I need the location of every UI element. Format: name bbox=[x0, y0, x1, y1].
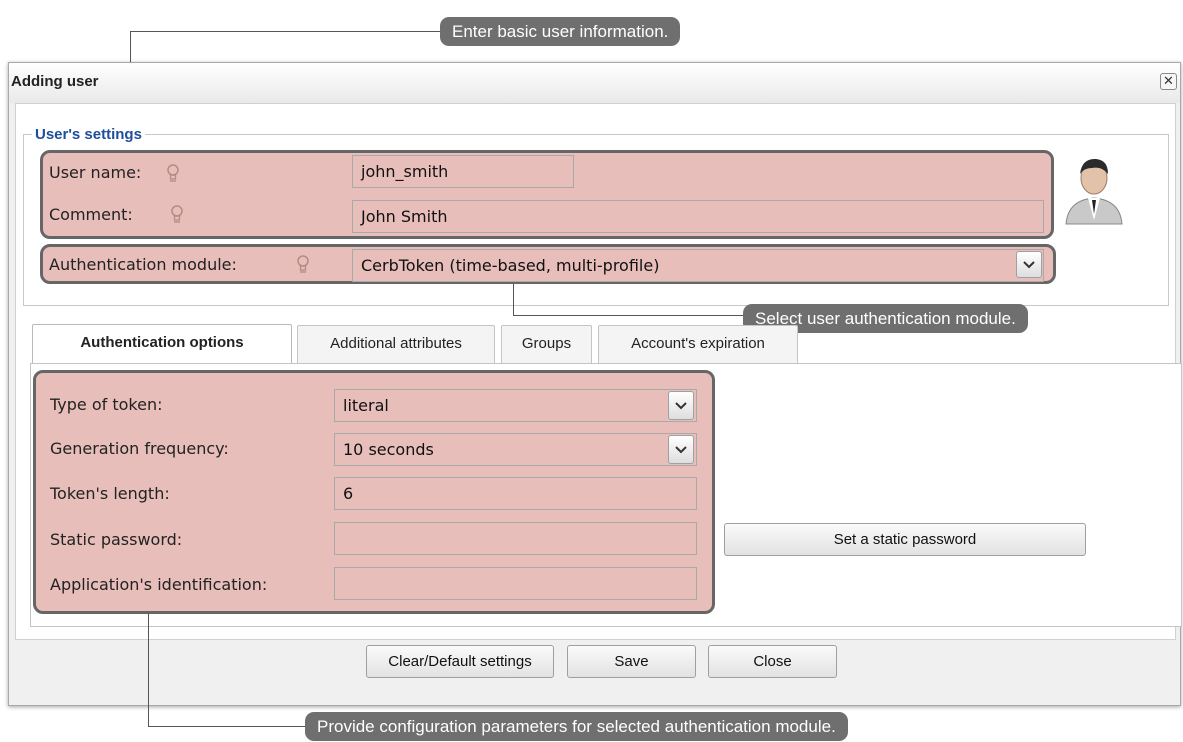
hint-bulb-icon bbox=[171, 205, 183, 223]
static-password-input[interactable] bbox=[334, 522, 697, 555]
dialog-titlebar: Adding user ✕ bbox=[9, 63, 1180, 103]
static-password-label: Static password: bbox=[50, 530, 183, 549]
auth-module-label: Authentication module: bbox=[49, 255, 237, 274]
tab-additional-attributes[interactable]: Additional attributes bbox=[297, 325, 495, 363]
token-type-dropdown-button[interactable] bbox=[668, 391, 694, 420]
tab-groups[interactable]: Groups bbox=[501, 325, 592, 363]
user-name-input[interactable]: john_smith bbox=[352, 155, 574, 188]
auth-module-dropdown-button[interactable] bbox=[1016, 251, 1042, 278]
callout-leader-auth bbox=[513, 315, 745, 316]
chevron-down-icon bbox=[675, 445, 687, 453]
auth-module-select[interactable]: CerbToken (time-based, multi-profile) bbox=[352, 249, 1044, 282]
tab-authentication-options[interactable]: Authentication options bbox=[32, 324, 292, 364]
callout-basic-info: Enter basic user information. bbox=[440, 17, 681, 46]
generation-frequency-select[interactable]: 10 seconds bbox=[334, 433, 697, 466]
users-settings-legend: User's settings bbox=[35, 126, 142, 143]
hint-bulb-icon bbox=[167, 164, 179, 182]
callout-leader-top bbox=[130, 31, 440, 32]
callout-config-params: Provide configuration parameters for sel… bbox=[305, 712, 848, 741]
hint-bulb-icon bbox=[297, 255, 309, 273]
generation-frequency-dropdown-button[interactable] bbox=[668, 435, 694, 464]
close-button[interactable]: Close bbox=[708, 645, 837, 678]
generation-frequency-label: Generation frequency: bbox=[50, 439, 229, 458]
clear-default-settings-button[interactable]: Clear/Default settings bbox=[366, 645, 554, 678]
token-length-input[interactable]: 6 bbox=[334, 477, 697, 510]
chevron-down-icon bbox=[675, 401, 687, 409]
chevron-down-icon bbox=[1023, 260, 1035, 268]
save-button[interactable]: Save bbox=[567, 645, 696, 678]
set-static-password-button[interactable]: Set a static password bbox=[724, 523, 1086, 556]
comment-input[interactable]: John Smith bbox=[352, 200, 1044, 233]
token-type-select[interactable]: literal bbox=[334, 389, 697, 422]
callout-leader-bottom bbox=[148, 726, 308, 727]
application-id-label: Application's identification: bbox=[50, 575, 268, 594]
user-name-label: User name: bbox=[49, 163, 142, 182]
dialog-title: Adding user bbox=[11, 73, 99, 90]
application-id-input[interactable] bbox=[334, 567, 697, 600]
token-length-label: Token's length: bbox=[50, 484, 170, 503]
user-avatar-icon bbox=[1065, 158, 1123, 225]
callout-leader-bottom-vertical bbox=[148, 613, 149, 727]
tab-accounts-expiration[interactable]: Account's expiration bbox=[598, 325, 798, 363]
callout-leader-auth-vertical bbox=[513, 284, 514, 316]
comment-label: Comment: bbox=[49, 205, 133, 224]
close-icon[interactable]: ✕ bbox=[1160, 73, 1177, 90]
token-type-label: Type of token: bbox=[50, 395, 163, 414]
